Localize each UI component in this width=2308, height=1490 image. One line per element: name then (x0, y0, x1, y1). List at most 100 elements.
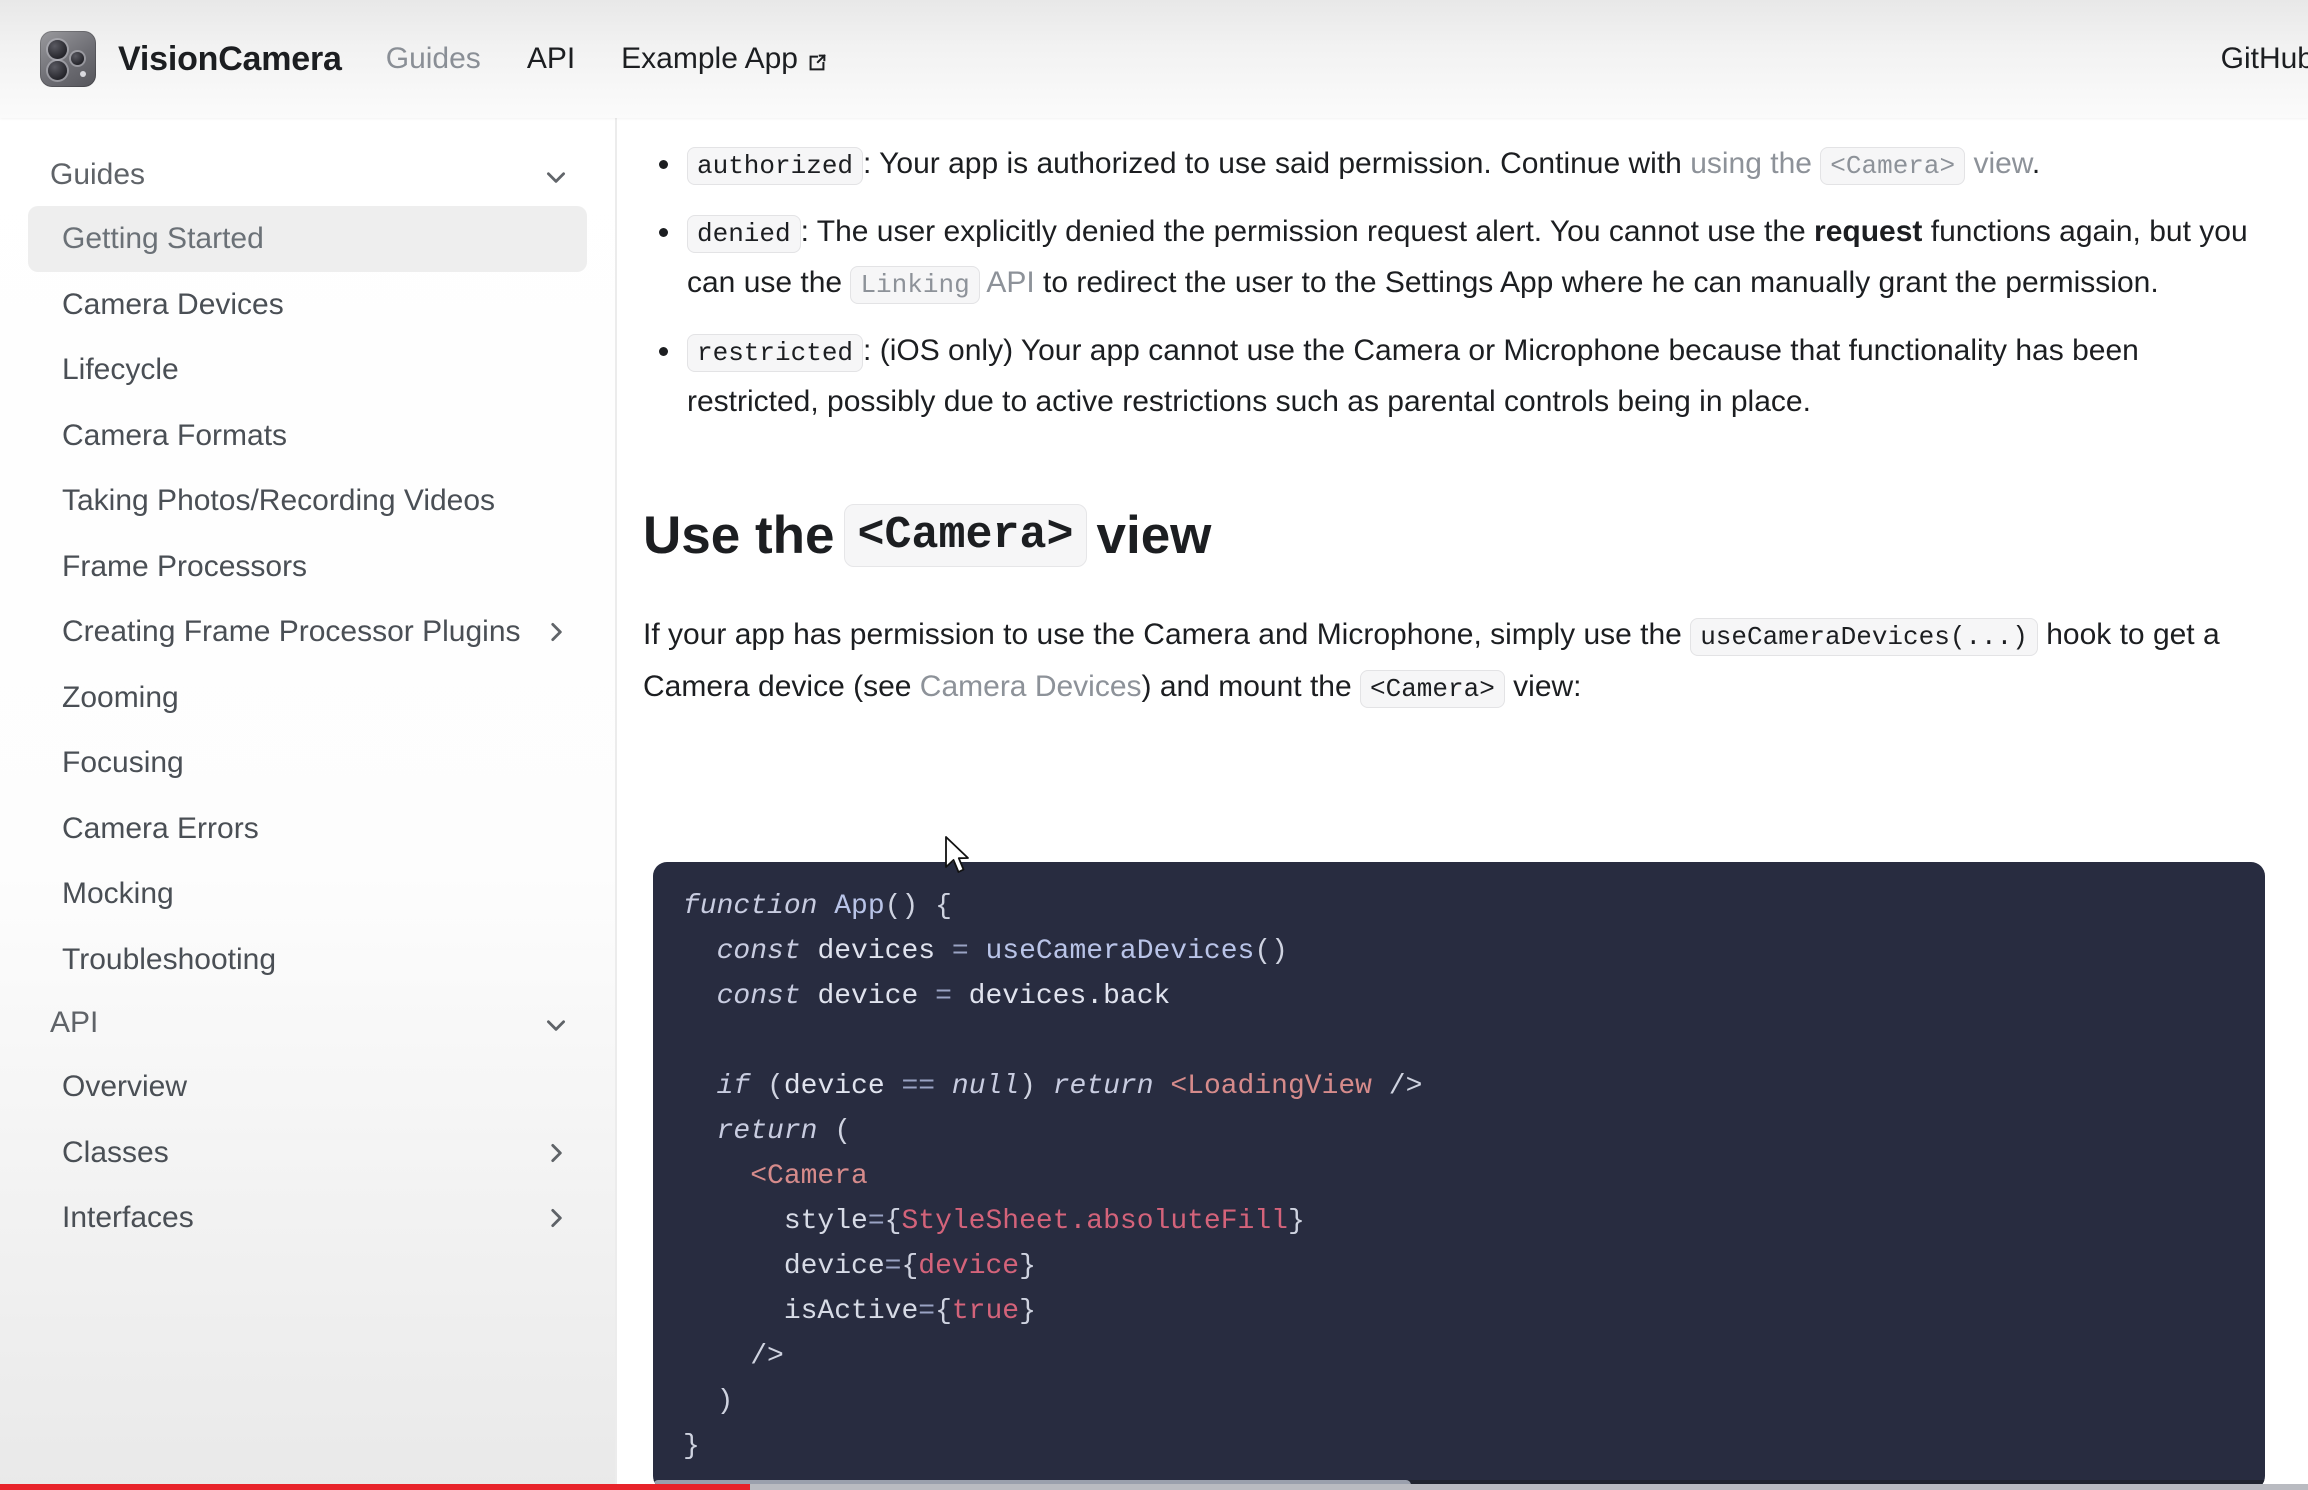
sidebar-group-guides-label: Guides (50, 158, 145, 192)
logo-lens-right (71, 52, 84, 65)
doc-link[interactable]: API (980, 266, 1035, 299)
page-section-title: Use the <Camera> view (643, 504, 2265, 568)
code-line: /> (683, 1334, 2235, 1379)
sidebar-item-label: Frame Processors (62, 548, 569, 586)
sidebar-item-frame-processors[interactable]: Frame Processors (28, 534, 587, 600)
code-line: ) (683, 1379, 2235, 1424)
chevron-right-icon (543, 1138, 569, 1164)
text-run: . (2032, 147, 2040, 180)
code-token: return (1053, 1071, 1171, 1102)
code-token: = (935, 981, 969, 1012)
sidebar-item-mocking[interactable]: Mocking (28, 861, 587, 927)
code-token (683, 1386, 717, 1417)
external-link-icon (806, 48, 828, 70)
sidebar-item-label: Getting Started (62, 220, 569, 258)
navbar-left-group: VisionCamera Guides API Example App (40, 31, 828, 87)
sidebar-item-camera-errors[interactable]: Camera Errors (28, 796, 587, 862)
sidebar-group-api[interactable]: API (28, 992, 587, 1054)
nav-link-guides[interactable]: Guides (386, 42, 481, 76)
list-item: restricted: (iOS only) Your app cannot u… (643, 325, 2265, 428)
code-token: /> (750, 1341, 784, 1372)
code-line: function App() { (683, 884, 2235, 929)
code-token: <LoadingView (1170, 1071, 1388, 1102)
brand-title[interactable]: VisionCamera (118, 40, 342, 79)
sidebar-item-camera-formats[interactable]: Camera Formats (28, 403, 587, 469)
code-token: devices (817, 936, 951, 967)
code-token: = (868, 1206, 885, 1237)
inline-code: <Camera> (1360, 670, 1505, 708)
code-token: return (717, 1116, 835, 1147)
nav-link-github[interactable]: GitHub (2221, 42, 2308, 76)
code-token: ( (767, 1071, 784, 1102)
code-token: ) (717, 1386, 734, 1417)
iphone-camera-logo-icon[interactable] (40, 31, 96, 87)
code-token (683, 981, 717, 1012)
code-token: { (901, 1251, 918, 1282)
code-token: = (952, 936, 986, 967)
code-token: = (885, 1251, 902, 1282)
bottom-progress-strip (0, 1484, 2308, 1490)
nav-link-api-label: API (527, 42, 575, 76)
code-block[interactable]: function App() { const devices = useCame… (653, 862, 2265, 1490)
inline-code-link[interactable]: Linking (850, 266, 979, 299)
code-token (683, 1116, 717, 1147)
navbar-links: Guides API Example App (386, 42, 828, 76)
code-token: devices.back (969, 981, 1171, 1012)
code-token: style (784, 1206, 868, 1237)
sidebar-item-creating-frame-processor-plugins[interactable]: Creating Frame Processor Plugins (28, 599, 587, 665)
sidebar-item-label: Zooming (62, 679, 569, 717)
code-token (683, 1251, 784, 1282)
code-token: function (683, 891, 834, 922)
code-token: } (1288, 1206, 1305, 1237)
code-token: } (1019, 1296, 1036, 1327)
code-line: return ( (683, 1109, 2235, 1154)
code-token: const (717, 936, 818, 967)
section-title-before: Use the (643, 507, 834, 565)
sidebar-item-camera-devices[interactable]: Camera Devices (28, 272, 587, 338)
sidebar-item-troubleshooting[interactable]: Troubleshooting (28, 927, 587, 993)
docs-sidebar[interactable]: Guides Getting Started Camera Devices Li… (0, 118, 617, 1490)
code-token: useCameraDevices (985, 936, 1254, 967)
code-line: isActive={true} (683, 1289, 2235, 1334)
list-item: denied: The user explicitly denied the p… (643, 206, 2265, 309)
text-run: to redirect the user to the Settings App… (1035, 266, 2159, 299)
sidebar-item-classes[interactable]: Classes (28, 1120, 587, 1186)
text-run: view: (1505, 670, 1582, 703)
sidebar-item-zooming[interactable]: Zooming (28, 665, 587, 731)
code-token: ) (1019, 1071, 1053, 1102)
sidebar-item-label: Troubleshooting (62, 941, 569, 979)
nav-link-api[interactable]: API (527, 42, 575, 76)
logo-flash-dot (80, 71, 86, 77)
permission-status-code: restricted (687, 334, 863, 372)
sidebar-item-focusing[interactable]: Focusing (28, 730, 587, 796)
code-token: const (717, 981, 818, 1012)
text-run: : Your app is authorized to use said per… (863, 147, 1690, 180)
text-run: If your app has permission to use the Ca… (643, 618, 1690, 651)
code-line: device={device} (683, 1244, 2235, 1289)
code-token: <Camera (750, 1161, 868, 1192)
code-token: } (683, 1431, 700, 1462)
logo-lens-bottom (48, 61, 67, 80)
inline-code: <Camera> (1820, 147, 1965, 185)
code-line: if (device == null) return <LoadingView … (683, 1064, 2235, 1109)
sidebar-item-lifecycle[interactable]: Lifecycle (28, 337, 587, 403)
text-run: : The user explicitly denied the permiss… (801, 215, 1814, 248)
code-block-lines: function App() { const devices = useCame… (683, 884, 2235, 1469)
code-token (683, 1161, 750, 1192)
sidebar-item-interfaces[interactable]: Interfaces (28, 1185, 587, 1251)
inline-code-link[interactable]: <Camera> (1820, 147, 1965, 180)
doc-link[interactable]: view (1965, 147, 2032, 180)
sidebar-item-taking-photos-recording-videos[interactable]: Taking Photos/Recording Videos (28, 468, 587, 534)
nav-link-example-app[interactable]: Example App (621, 42, 828, 76)
sidebar-group-guides[interactable]: Guides (28, 144, 587, 206)
code-token: App (834, 891, 884, 922)
code-token: /> (1389, 1071, 1423, 1102)
doc-link[interactable]: Camera Devices (920, 670, 1142, 703)
code-token (683, 1071, 717, 1102)
code-line: const device = devices.back (683, 974, 2235, 1019)
sidebar-item-overview[interactable]: Overview (28, 1054, 587, 1120)
doc-link[interactable]: using the (1690, 147, 1820, 180)
code-token: null (952, 1071, 1019, 1102)
sidebar-item-getting-started[interactable]: Getting Started (28, 206, 587, 272)
navbar-right-group: GitHub (2221, 42, 2268, 76)
